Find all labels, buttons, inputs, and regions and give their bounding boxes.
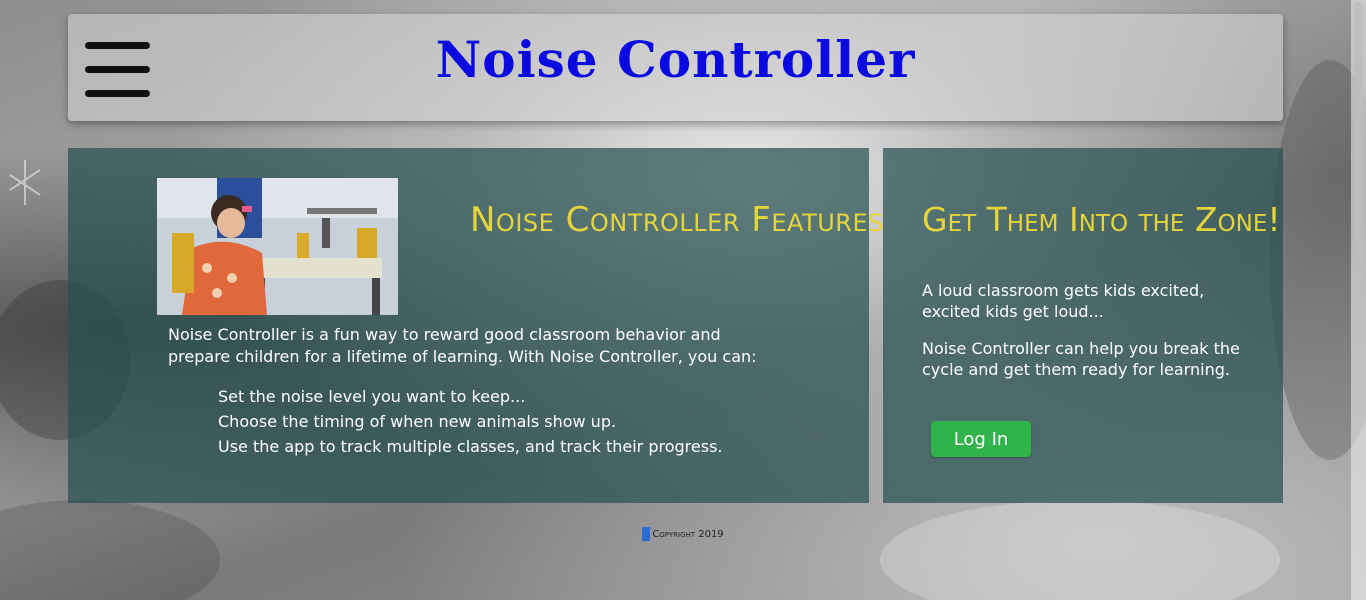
features-title: Noise Controller Features — [470, 200, 884, 240]
page-scrollbar[interactable] — [1351, 0, 1366, 600]
zone-title: Get Them Into the Zone! — [922, 200, 1281, 239]
zone-paragraph-2: Noise Controller can help you break the … — [922, 339, 1240, 379]
features-list: Set the noise level you want to keep... … — [218, 384, 722, 459]
copyright-text: Copyright 2019 — [652, 529, 724, 540]
features-panel: Noise Controller Features Noise Controll… — [68, 148, 883, 503]
zone-paragraph-1: A loud classroom gets kids excited, exci… — [922, 281, 1205, 321]
scrollbar-thumb[interactable] — [1354, 2, 1363, 320]
list-item: Set the noise level you want to keep... — [218, 387, 526, 406]
site-title: Noise Controller — [435, 30, 916, 89]
features-intro: Noise Controller is a fun way to reward … — [168, 325, 757, 366]
zone-panel: Get Them Into the Zone! A loud classroom… — [883, 148, 1283, 503]
site-header: Noise Controller — [68, 14, 1283, 121]
copyright-icon — [642, 527, 651, 541]
list-item: Choose the timing of when new animals sh… — [218, 412, 617, 431]
footer: Copyright 2019 — [0, 527, 1366, 541]
login-button[interactable]: Log In — [931, 421, 1031, 457]
classroom-photo — [157, 178, 398, 315]
list-item: Use the app to track multiple classes, a… — [218, 437, 723, 456]
